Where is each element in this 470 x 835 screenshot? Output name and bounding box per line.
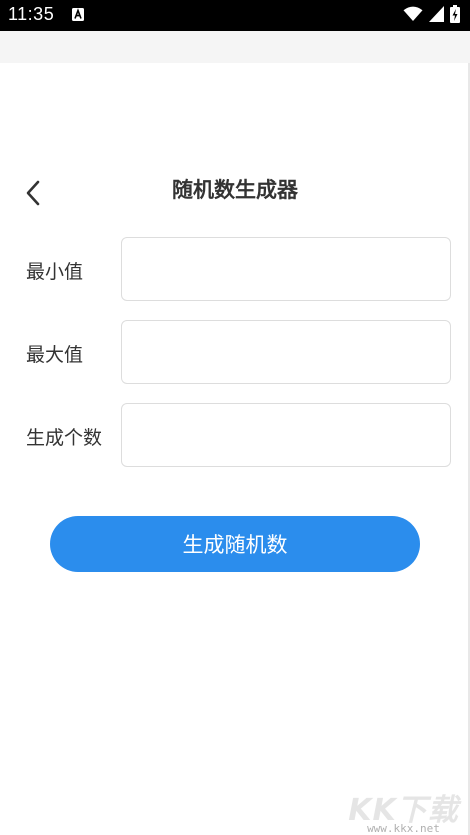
max-value-input[interactable] bbox=[121, 320, 451, 384]
page-title: 随机数生成器 bbox=[172, 178, 298, 202]
min-value-input[interactable] bbox=[121, 237, 451, 301]
watermark: KK下载 www.kkx.net bbox=[341, 785, 466, 835]
count-input[interactable] bbox=[121, 403, 451, 467]
battery-charging-icon bbox=[450, 5, 460, 23]
count-label: 生成个数 bbox=[26, 427, 103, 449]
app-top-band bbox=[0, 31, 470, 63]
generate-button[interactable]: 生成随机数 bbox=[50, 516, 420, 572]
status-bar: 11:35 bbox=[0, 0, 470, 31]
a-notification-icon bbox=[72, 8, 84, 21]
signal-icon bbox=[429, 6, 444, 22]
status-time: 11:35 bbox=[8, 4, 55, 24]
min-value-label: 最小值 bbox=[26, 261, 84, 283]
status-icons bbox=[403, 5, 460, 23]
watermark-url: www.kkx.net bbox=[367, 822, 440, 835]
max-value-label: 最大值 bbox=[26, 344, 84, 366]
wifi-icon bbox=[403, 6, 423, 21]
